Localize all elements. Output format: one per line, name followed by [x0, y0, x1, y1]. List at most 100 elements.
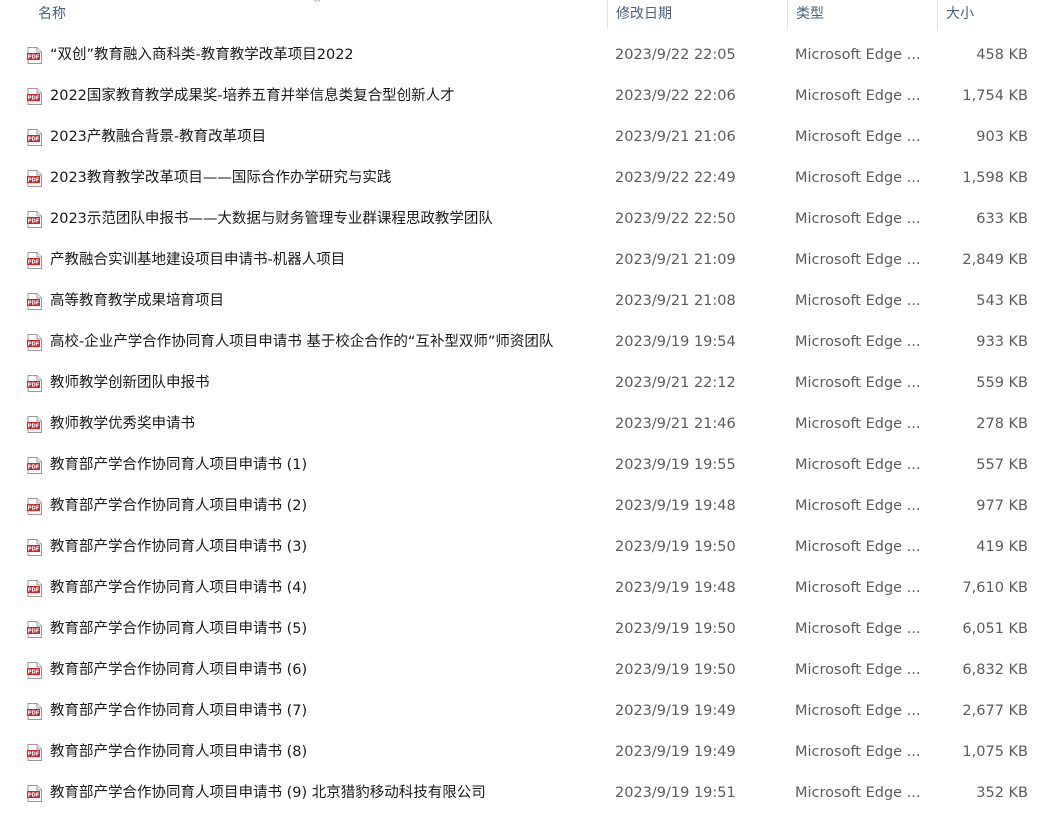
- column-header-size[interactable]: 大小: [938, 0, 1038, 30]
- column-header-name-label: 名称: [38, 6, 66, 22]
- file-row[interactable]: PDF 教育部产学合作协同育人项目申请书 (1) 2023/9/19 19:55…: [0, 445, 1043, 486]
- file-type: Microsoft Edge ...: [795, 88, 921, 104]
- file-name: 2022国家教育教学成果奖-培养五育并举信息类复合型创新人才: [50, 88, 455, 104]
- column-header-date[interactable]: 修改日期: [608, 0, 787, 30]
- file-name: 教育部产学合作协同育人项目申请书 (3): [50, 539, 308, 555]
- file-size: 2,849 KB: [962, 252, 1028, 268]
- file-row[interactable]: PDF 教师教学创新团队申报书 2023/9/21 22:12 Microsof…: [0, 363, 1043, 404]
- file-type: Microsoft Edge ...: [795, 170, 921, 186]
- file-row[interactable]: PDF 教师教学优秀奖申请书 2023/9/21 21:46 Microsoft…: [0, 404, 1043, 445]
- file-name: 教育部产学合作协同育人项目申请书 (9) 北京猎豹移动科技有限公司: [50, 785, 486, 801]
- file-row[interactable]: PDF 产教融合实训基地建设项目申请书-机器人项目 2023/9/21 21:0…: [0, 240, 1043, 281]
- svg-text:PDF: PDF: [28, 96, 40, 102]
- file-type: Microsoft Edge ...: [795, 47, 921, 63]
- pdf-file-icon: PDF: [27, 129, 42, 146]
- pdf-file-icon: PDF: [27, 88, 42, 105]
- pdf-file-icon: PDF: [27, 334, 42, 351]
- file-name: 教育部产学合作协同育人项目申请书 (6): [50, 662, 308, 678]
- column-header-type-label: 类型: [796, 6, 824, 22]
- file-row[interactable]: PDF 教育部产学合作协同育人项目申请书 (8) 2023/9/19 19:49…: [0, 732, 1043, 773]
- file-type: Microsoft Edge ...: [795, 457, 921, 473]
- file-modified-date: 2023/9/19 19:55: [615, 457, 736, 473]
- sort-ascending-icon: ^: [313, 0, 322, 9]
- file-size: 419 KB: [976, 539, 1028, 555]
- file-name: 教育部产学合作协同育人项目申请书 (8): [50, 744, 308, 760]
- file-name: 产教融合实训基地建设项目申请书-机器人项目: [50, 252, 346, 268]
- file-row[interactable]: PDF “双创”教育融入商科类-教育教学改革项目2022 2023/9/22 2…: [0, 35, 1043, 76]
- file-size: 278 KB: [976, 416, 1028, 432]
- file-row[interactable]: PDF 教育部产学合作协同育人项目申请书 (6) 2023/9/19 19:50…: [0, 650, 1043, 691]
- pdf-file-icon: PDF: [27, 457, 42, 474]
- file-row[interactable]: PDF 高等教育教学成果培育项目 2023/9/21 21:08 Microso…: [0, 281, 1043, 322]
- file-row[interactable]: PDF 高校-企业产学合作协同育人项目申请书 基于校企合作的“互补型双师”师资团…: [0, 322, 1043, 363]
- file-name: 教育部产学合作协同育人项目申请书 (7): [50, 703, 308, 719]
- file-modified-date: 2023/9/19 19:51: [615, 785, 736, 801]
- file-row[interactable]: PDF 教育部产学合作协同育人项目申请书 (5) 2023/9/19 19:50…: [0, 609, 1043, 650]
- file-modified-date: 2023/9/22 22:06: [615, 88, 736, 104]
- file-type: Microsoft Edge ...: [795, 662, 921, 678]
- file-name: “双创”教育融入商科类-教育教学改革项目2022: [50, 47, 354, 63]
- svg-text:PDF: PDF: [28, 178, 40, 184]
- file-row[interactable]: PDF 教育部产学合作协同育人项目申请书 (9) 北京猎豹移动科技有限公司 20…: [0, 773, 1043, 814]
- file-type: Microsoft Edge ...: [795, 744, 921, 760]
- file-modified-date: 2023/9/21 22:12: [615, 375, 736, 391]
- file-name: 2023示范团队申报书——大数据与财务管理专业群课程思政教学团队: [50, 211, 493, 227]
- file-size: 6,051 KB: [962, 621, 1028, 637]
- svg-text:PDF: PDF: [28, 752, 40, 758]
- file-row[interactable]: PDF 2022国家教育教学成果奖-培养五育并举信息类复合型创新人才 2023/…: [0, 76, 1043, 117]
- file-modified-date: 2023/9/22 22:49: [615, 170, 736, 186]
- file-row[interactable]: PDF 教育部产学合作协同育人项目申请书 (3) 2023/9/19 19:50…: [0, 527, 1043, 568]
- svg-text:PDF: PDF: [28, 260, 40, 266]
- file-size: 352 KB: [976, 785, 1028, 801]
- file-size: 933 KB: [976, 334, 1028, 350]
- file-row[interactable]: PDF 2023教育教学改革项目——国际合作办学研究与实践 2023/9/22 …: [0, 158, 1043, 199]
- pdf-file-icon: PDF: [27, 170, 42, 187]
- svg-text:PDF: PDF: [28, 55, 40, 61]
- file-row[interactable]: PDF 教育部产学合作协同育人项目申请书 (2) 2023/9/19 19:48…: [0, 486, 1043, 527]
- file-modified-date: 2023/9/19 19:48: [615, 580, 736, 596]
- file-type: Microsoft Edge ...: [795, 621, 921, 637]
- file-size: 543 KB: [976, 293, 1028, 309]
- svg-text:PDF: PDF: [28, 793, 40, 799]
- file-modified-date: 2023/9/19 19:50: [615, 662, 736, 678]
- column-header-type[interactable]: 类型: [788, 0, 937, 30]
- svg-text:PDF: PDF: [28, 342, 40, 348]
- file-type: Microsoft Edge ...: [795, 498, 921, 514]
- file-size: 903 KB: [976, 129, 1028, 145]
- file-size: 7,610 KB: [962, 580, 1028, 596]
- file-modified-date: 2023/9/21 21:08: [615, 293, 736, 309]
- svg-text:PDF: PDF: [28, 219, 40, 225]
- file-name: 2023教育教学改革项目——国际合作办学研究与实践: [50, 170, 392, 186]
- file-name: 教师教学创新团队申报书: [50, 375, 210, 391]
- file-size: 1,075 KB: [962, 744, 1028, 760]
- svg-text:PDF: PDF: [28, 588, 40, 594]
- file-type: Microsoft Edge ...: [795, 416, 921, 432]
- pdf-file-icon: PDF: [27, 252, 42, 269]
- file-type: Microsoft Edge ...: [795, 539, 921, 555]
- pdf-file-icon: PDF: [27, 580, 42, 597]
- file-size: 633 KB: [976, 211, 1028, 227]
- file-row[interactable]: PDF 教育部产学合作协同育人项目申请书 (4) 2023/9/19 19:48…: [0, 568, 1043, 609]
- file-name: 教育部产学合作协同育人项目申请书 (4): [50, 580, 308, 596]
- file-row[interactable]: PDF 教育部产学合作协同育人项目申请书 (7) 2023/9/19 19:49…: [0, 691, 1043, 732]
- pdf-file-icon: PDF: [27, 211, 42, 228]
- file-modified-date: 2023/9/21 21:46: [615, 416, 736, 432]
- svg-text:PDF: PDF: [28, 670, 40, 676]
- file-type: Microsoft Edge ...: [795, 293, 921, 309]
- file-modified-date: 2023/9/21 21:06: [615, 129, 736, 145]
- file-type: Microsoft Edge ...: [795, 580, 921, 596]
- svg-text:PDF: PDF: [28, 711, 40, 717]
- svg-text:PDF: PDF: [28, 301, 40, 307]
- file-modified-date: 2023/9/22 22:50: [615, 211, 736, 227]
- file-list: PDF “双创”教育融入商科类-教育教学改革项目2022 2023/9/22 2…: [0, 35, 1043, 814]
- file-row[interactable]: PDF 2023产教融合背景-教育改革项目 2023/9/21 21:06 Mi…: [0, 117, 1043, 158]
- file-row[interactable]: PDF 2023示范团队申报书——大数据与财务管理专业群课程思政教学团队 202…: [0, 199, 1043, 240]
- svg-text:PDF: PDF: [28, 383, 40, 389]
- svg-text:PDF: PDF: [28, 424, 40, 430]
- file-size: 557 KB: [976, 457, 1028, 473]
- file-type: Microsoft Edge ...: [795, 129, 921, 145]
- file-modified-date: 2023/9/19 19:50: [615, 539, 736, 555]
- file-type: Microsoft Edge ...: [795, 703, 921, 719]
- pdf-file-icon: PDF: [27, 785, 42, 802]
- file-name: 教育部产学合作协同育人项目申请书 (1): [50, 457, 308, 473]
